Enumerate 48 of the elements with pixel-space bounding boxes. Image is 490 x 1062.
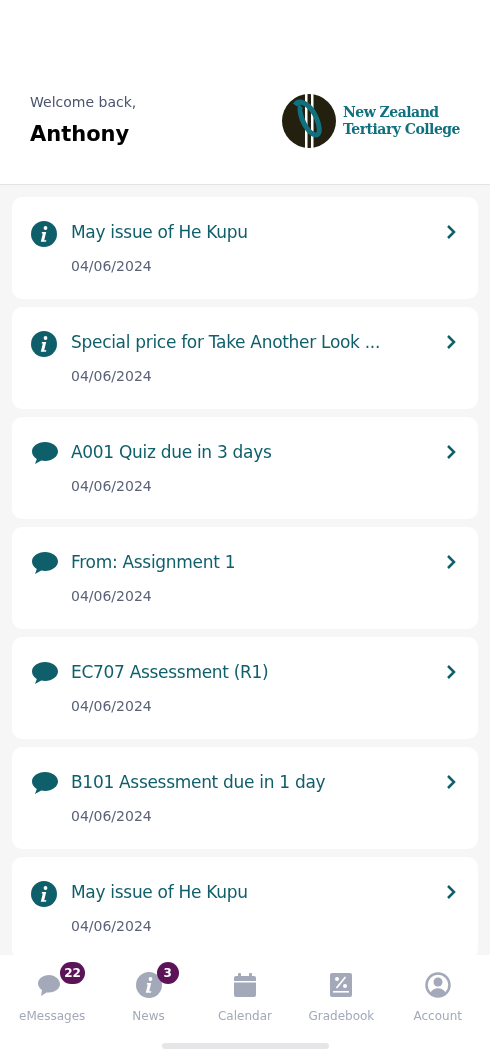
message-card[interactable]: EC707 Assessment (R1) 04/06/2024 <box>12 637 478 739</box>
percent-book-icon <box>329 972 354 998</box>
info-icon <box>31 331 57 357</box>
message-title: May issue of He Kupu <box>71 881 249 904</box>
message-title: From: Assignment 1 <box>71 551 237 574</box>
chat-bubble-icon <box>31 771 59 795</box>
message-title: B101 Assessment due in 1 day <box>71 771 327 794</box>
message-title: A001 Quiz due in 3 days <box>71 441 273 464</box>
message-date: 04/06/2024 <box>71 806 153 826</box>
message-title: Special price for Take Another Look ... <box>71 331 382 354</box>
info-icon <box>31 881 57 907</box>
count-badge: 22 <box>60 962 85 984</box>
message-date: 04/06/2024 <box>71 256 153 276</box>
greeting-text: Welcome back, <box>30 92 137 112</box>
chat-bubble-icon <box>31 551 59 575</box>
college-logo-icon <box>280 93 337 149</box>
nav-tab[interactable]: 3 News <box>102 961 195 1025</box>
message-card[interactable]: May issue of He Kupu 04/06/2024 <box>12 197 478 299</box>
chevron-right-icon <box>446 334 456 350</box>
message-title: EC707 Assessment (R1) <box>71 661 270 684</box>
chevron-right-icon <box>446 224 456 240</box>
chevron-right-icon <box>446 554 456 570</box>
college-name-text: New Zealand <box>342 104 440 121</box>
message-card[interactable]: May issue of He Kupu 04/06/2024 <box>12 857 478 955</box>
message-date: 04/06/2024 <box>71 916 153 936</box>
chevron-right-icon <box>446 664 456 680</box>
college-name-text: Tertiary College <box>342 121 460 138</box>
count-badge: 3 <box>156 962 179 984</box>
chat-bubble-icon <box>31 441 59 465</box>
chevron-right-icon <box>446 884 456 900</box>
account-icon <box>424 972 451 998</box>
info-icon <box>31 221 57 247</box>
message-title: May issue of He Kupu <box>71 221 249 244</box>
chevron-right-icon <box>446 444 456 460</box>
message-date: 04/06/2024 <box>71 696 153 716</box>
chevron-right-icon <box>446 774 456 790</box>
message-card[interactable]: Special price for Take Another Look ... 04/06/2024 <box>12 307 478 409</box>
user-name: Anthony <box>30 120 131 148</box>
info-icon <box>135 972 162 998</box>
message-date: 04/06/2024 <box>71 586 153 606</box>
nav-tab[interactable]: 22 eMessages <box>6 961 99 1025</box>
chat-bubble-icon <box>31 661 59 685</box>
message-card[interactable]: A001 Quiz due in 3 days 04/06/2024 <box>12 417 478 519</box>
message-date: 04/06/2024 <box>71 366 153 386</box>
message-date: 04/06/2024 <box>71 476 153 496</box>
message-card[interactable]: From: Assignment 1 04/06/2024 <box>12 527 478 629</box>
message-card[interactable]: B101 Assessment due in 1 day 04/06/2024 <box>12 747 478 849</box>
calendar-icon <box>232 972 257 998</box>
